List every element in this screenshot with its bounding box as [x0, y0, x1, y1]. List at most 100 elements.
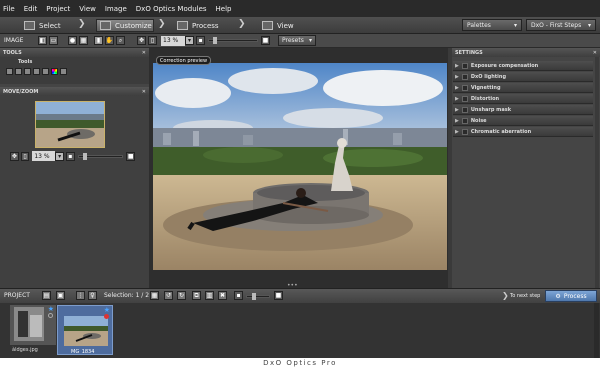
menu-image[interactable]: Image — [105, 5, 127, 13]
enable-checkbox[interactable] — [461, 117, 468, 124]
navigator-thumbnail[interactable] — [35, 101, 105, 148]
paste-settings-icon[interactable]: ▥ — [205, 291, 214, 300]
color-wheel-icon[interactable] — [51, 68, 58, 75]
select-tool-icon[interactable]: ▮ — [94, 36, 103, 45]
hand-tool-icon[interactable]: ✋ — [105, 36, 114, 45]
zoom-slider[interactable] — [208, 37, 258, 44]
zoom-out-icon[interactable]: ▪ — [65, 151, 75, 161]
pin-icon[interactable]: ♀ — [88, 291, 97, 300]
select-all-icon[interactable]: ▦ — [150, 291, 159, 300]
rotate-left-icon[interactable]: ↺ — [164, 291, 173, 300]
thumbnail-filename: MG_1834 — [71, 349, 95, 355]
zoom-in-icon[interactable]: ■ — [261, 36, 270, 45]
zoom-slider-knob[interactable] — [213, 37, 217, 44]
zoom-dropdown-icon[interactable]: ▾ — [185, 36, 194, 45]
preset-dropdown[interactable]: DxO - First Steps ▾ — [526, 19, 596, 31]
setting-exposure-compensation[interactable]: ▶ Exposure compensation — [453, 61, 593, 71]
menu-view[interactable]: View — [79, 5, 96, 13]
expand-arrow-icon[interactable]: ▶ — [455, 96, 459, 102]
tab-select[interactable]: Select — [24, 19, 84, 32]
setting-noise[interactable]: ▶ Noise — [453, 116, 593, 126]
filmstrip: àldges.jpg ★ MG_1834 ★ — [0, 303, 600, 358]
menu-help[interactable]: Help — [216, 5, 232, 13]
zoom-tool-icon[interactable]: ⌕ — [116, 36, 125, 45]
enable-checkbox[interactable] — [461, 84, 468, 91]
menu-edit[interactable]: Edit — [24, 5, 38, 13]
info-icon[interactable]: ● — [68, 36, 77, 45]
view-mode-icon[interactable]: ▭ — [49, 36, 58, 45]
tools-panel-header[interactable]: TOOLS ✕ — [0, 48, 149, 57]
star-icon[interactable]: ★ — [104, 306, 110, 314]
setting-distortion[interactable]: ▶ Distortion — [453, 94, 593, 104]
thumbnail-size-knob[interactable] — [252, 293, 256, 300]
horizon-icon[interactable] — [24, 68, 31, 75]
thumb-size-small-icon[interactable]: ▪ — [234, 291, 243, 300]
palettes-dropdown[interactable]: Palettes ▾ — [462, 19, 522, 31]
filmstrip-thumbnail-selected[interactable]: MG_1834 ★ — [57, 305, 113, 355]
settings-panel-header[interactable]: SETTINGS ✕ — [452, 48, 600, 57]
dust-brush-icon[interactable] — [60, 68, 67, 75]
project-view-icon[interactable]: ▤ — [42, 291, 51, 300]
enable-checkbox[interactable] — [461, 128, 468, 135]
zoom-in-icon[interactable]: ■ — [126, 151, 135, 161]
navigator-zoom-slider[interactable] — [77, 152, 124, 160]
perspective-icon[interactable] — [33, 68, 40, 75]
setting-vignetting[interactable]: ▶ Vignetting — [453, 83, 593, 93]
tab-customize-label: Customize — [115, 21, 152, 30]
navigator-zoom-knob[interactable] — [82, 152, 87, 160]
navigator-zoom-field[interactable]: 13 % — [32, 151, 56, 161]
thumb-size-large-icon[interactable]: ■ — [274, 291, 283, 300]
grid-icon[interactable]: ▦ — [79, 36, 88, 45]
main-photo[interactable] — [153, 63, 447, 270]
process-button[interactable]: ⚙ Process — [545, 290, 597, 302]
expand-arrow-icon[interactable]: ▶ — [455, 107, 459, 113]
redeye-icon[interactable] — [42, 68, 49, 75]
close-icon[interactable]: ✕ — [593, 50, 597, 56]
close-icon[interactable]: ✕ — [142, 50, 146, 56]
fit-icon[interactable]: ✥ — [10, 151, 19, 161]
crop-icon[interactable] — [6, 68, 13, 75]
filmstrip-thumbnail[interactable]: àldges.jpg ★ — [10, 305, 56, 355]
setting-label: DxO lighting — [470, 73, 507, 80]
tab-view[interactable]: View — [262, 19, 312, 32]
one-to-one-icon[interactable]: ▯ — [148, 36, 157, 45]
compare-icon[interactable]: ◧ — [38, 36, 47, 45]
star-icon[interactable]: ★ — [48, 305, 54, 313]
thumbnail-size-slider[interactable] — [246, 293, 270, 300]
project-folder-icon[interactable]: ▣ — [56, 291, 65, 300]
one-to-one-icon[interactable]: ▯ — [20, 151, 30, 161]
fit-icon[interactable]: ✥ — [137, 36, 146, 45]
menu-file[interactable]: File — [3, 5, 15, 13]
tab-customize[interactable]: Customize — [96, 19, 154, 32]
expand-arrow-icon[interactable]: ▶ — [455, 85, 459, 91]
tab-process[interactable]: Process — [177, 19, 237, 32]
filmstrip-scrollbar[interactable] — [594, 303, 599, 358]
setting-unsharp-mask[interactable]: ▶ Unsharp mask — [453, 105, 593, 115]
zoom-out-icon[interactable]: ▪ — [196, 36, 205, 45]
presets-dropdown[interactable]: Presets ▾ — [278, 35, 316, 46]
setting-chromatic-aberration[interactable]: ▶ Chromatic aberration — [453, 127, 593, 137]
enable-checkbox[interactable] — [461, 73, 468, 80]
white-balance-picker-icon[interactable] — [15, 68, 22, 75]
move-zoom-panel-header[interactable]: MOVE/ZOOM ✕ — [0, 87, 149, 96]
zoom-dropdown-icon[interactable]: ▾ — [55, 151, 64, 161]
expand-arrow-icon[interactable]: ▶ — [455, 129, 459, 135]
enable-checkbox[interactable] — [461, 62, 468, 69]
rotate-right-icon[interactable]: ↻ — [177, 291, 186, 300]
filter-icon[interactable]: ⋮ — [76, 291, 85, 300]
menu-dxo-optics-modules[interactable]: DxO Optics Modules — [136, 5, 207, 13]
menu-project[interactable]: Project — [46, 5, 70, 13]
copy-settings-icon[interactable]: ⧉ — [192, 291, 201, 300]
monitor-icon — [262, 21, 273, 30]
expand-arrow-icon[interactable]: ▶ — [455, 74, 459, 80]
delete-icon[interactable]: ✖ — [218, 291, 227, 300]
enable-checkbox[interactable] — [461, 106, 468, 113]
expand-arrow-icon[interactable]: ▶ — [455, 63, 459, 69]
setting-dxo-lighting[interactable]: ▶ DxO lighting — [453, 72, 593, 82]
zoom-value-field[interactable]: 13 % — [161, 35, 185, 46]
close-icon[interactable]: ✕ — [142, 89, 146, 95]
settings-scrollbar[interactable] — [595, 57, 599, 288]
enable-checkbox[interactable] — [461, 95, 468, 102]
expand-arrow-icon[interactable]: ▶ — [455, 118, 459, 124]
chevron-down-icon: ▾ — [513, 21, 517, 29]
